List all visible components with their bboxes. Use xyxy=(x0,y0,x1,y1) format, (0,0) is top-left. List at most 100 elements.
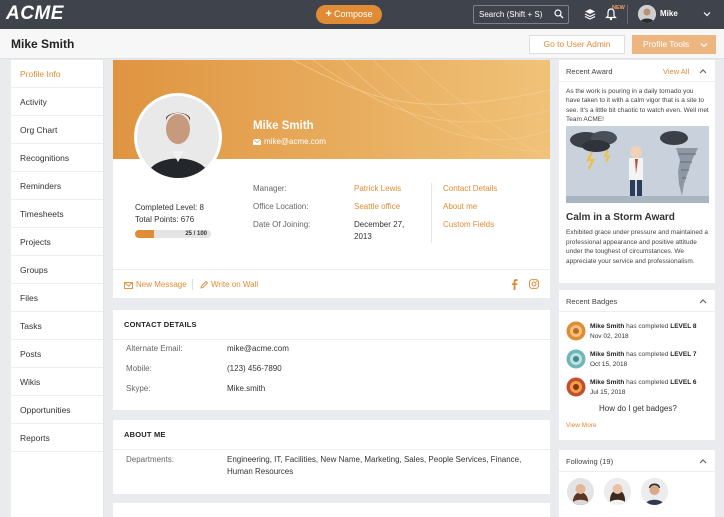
sidebar-item-reminders[interactable]: Reminders xyxy=(11,172,103,200)
contact-details-card: CONTACT DETAILS Alternate Email: mike@ac… xyxy=(113,310,550,410)
profile-tools-label: Profile Tools xyxy=(643,39,690,49)
badge-level: LEVEL 7 xyxy=(670,351,697,358)
action-divider xyxy=(192,279,193,290)
sidebar-item-activity[interactable]: Activity xyxy=(11,88,103,116)
manager-link[interactable]: Patrick Lewis xyxy=(354,184,401,193)
badge-medal-icon xyxy=(566,321,586,341)
follower-avatar[interactable] xyxy=(567,478,594,505)
write-on-wall-button[interactable]: Write on Wall xyxy=(200,280,258,289)
pencil-icon xyxy=(200,280,209,289)
facebook-icon[interactable] xyxy=(511,279,518,290)
sidebar-item-posts[interactable]: Posts xyxy=(11,340,103,368)
badge-user[interactable]: Mike Smith xyxy=(590,379,624,386)
card-divider xyxy=(113,449,550,450)
badge-medal-icon xyxy=(566,349,586,369)
follower-avatar[interactable] xyxy=(604,478,631,505)
new-message-label: New Message xyxy=(136,280,187,289)
how-to-get-badges-link[interactable]: How do I get badges? xyxy=(599,404,677,413)
view-all-link[interactable]: View All xyxy=(663,67,689,76)
search-icon[interactable] xyxy=(554,9,564,19)
sidebar-item-opportunities[interactable]: Opportunities xyxy=(11,396,103,424)
card-divider xyxy=(559,81,715,82)
user-name[interactable]: Mike xyxy=(660,9,678,18)
app-logo[interactable]: ACME xyxy=(6,3,64,25)
badge-verb: has completed xyxy=(626,351,669,358)
badge-user[interactable]: Mike Smith xyxy=(590,351,624,358)
layers-icon[interactable] xyxy=(583,7,597,21)
follower-photo xyxy=(641,478,668,505)
card-divider xyxy=(559,311,715,312)
profile-actions: New Message Write on Wall xyxy=(113,269,550,298)
recent-award-title: Recent Award xyxy=(566,67,613,76)
go-to-user-admin-button[interactable]: Go to User Admin xyxy=(529,35,625,54)
profile-name: Mike Smith xyxy=(253,120,314,132)
badge-level: LEVEL 6 xyxy=(670,379,697,386)
chevron-up-icon[interactable] xyxy=(699,68,707,74)
sidebar-item-reports[interactable]: Reports xyxy=(11,424,103,452)
topbar-divider xyxy=(627,5,628,24)
recent-badges-card: Recent Badges Mike Smith has completed L… xyxy=(559,290,715,440)
envelope-icon xyxy=(124,282,133,289)
badge-item: Mike Smith has completed LEVEL 7 Oct 15,… xyxy=(566,349,712,371)
sidebar-item-recognitions[interactable]: Recognitions xyxy=(11,144,103,172)
chevron-down-icon[interactable] xyxy=(703,10,711,18)
badge-verb: has completed xyxy=(626,323,669,330)
chevron-up-icon[interactable] xyxy=(699,298,707,304)
sidebar-item-groups[interactable]: Groups xyxy=(11,256,103,284)
office-link[interactable]: Seattle office xyxy=(354,202,400,211)
profile-sidebar: Profile Info Activity Org Chart Recognit… xyxy=(11,60,104,517)
about-me-card: ABOUT ME Departments: Engineering, IT, F… xyxy=(113,420,550,494)
card-divider xyxy=(559,471,715,472)
contact-label: Mobile: xyxy=(126,364,152,373)
badge-verb: has completed xyxy=(626,379,669,386)
badge-date: Nov 02, 2018 xyxy=(590,333,629,340)
search-placeholder: Search (Shift + S) xyxy=(479,10,543,19)
badge-item: Mike Smith has completed LEVEL 8 Nov 02,… xyxy=(566,321,712,343)
custom-fields-link[interactable]: Custom Fields xyxy=(443,220,494,229)
contact-details-link[interactable]: Contact Details xyxy=(443,184,497,193)
departments-label: Departments: xyxy=(126,455,175,464)
instagram-icon[interactable] xyxy=(529,279,539,289)
badge-level: LEVEL 8 xyxy=(670,323,697,330)
mobile-value: (123) 456-7890 xyxy=(227,364,282,373)
new-message-button[interactable]: New Message xyxy=(124,280,187,289)
profile-email-text: mike@acme.com xyxy=(264,137,326,146)
badge-text: Mike Smith has completed LEVEL 6 xyxy=(590,379,696,386)
progress-label: 25 / 100 xyxy=(185,231,207,237)
follower-photo xyxy=(604,478,631,505)
sidebar-item-projects[interactable]: Projects xyxy=(11,228,103,256)
card-divider xyxy=(113,339,550,340)
search-input[interactable]: Search (Shift + S) xyxy=(473,5,569,24)
award-message: As the work is pouring in a daily tornad… xyxy=(566,88,709,123)
sidebar-item-profile-info[interactable]: Profile Info xyxy=(11,60,103,88)
badge-date: Oct 15, 2018 xyxy=(590,361,628,368)
award-name: Calm in a Storm Award xyxy=(566,212,675,223)
profile-card: Mike Smith mike@acme.com Completed Level… xyxy=(113,60,550,298)
user-avatar[interactable] xyxy=(638,5,656,23)
compose-button[interactable]: + Compose xyxy=(316,5,382,24)
following-title: Following (19) xyxy=(566,457,614,466)
departments-value: Engineering, IT, Facilities, New Name, M… xyxy=(227,455,522,476)
follower-avatar[interactable] xyxy=(641,478,668,505)
sidebar-item-timesheets[interactable]: Timesheets xyxy=(11,200,103,228)
plus-icon: + xyxy=(325,8,332,20)
view-more-link[interactable]: View More xyxy=(566,422,597,429)
level-progress-bar: 25 / 100 xyxy=(135,230,211,238)
page-header: Mike Smith Go to User Admin Profile Tool… xyxy=(0,29,724,59)
recent-badges-title: Recent Badges xyxy=(566,297,618,306)
follower-photo xyxy=(567,478,594,505)
about-me-link[interactable]: About me xyxy=(443,202,477,211)
badge-user[interactable]: Mike Smith xyxy=(590,323,624,330)
award-illustration xyxy=(566,126,709,203)
new-badge: NEW xyxy=(612,5,625,11)
chevron-up-icon[interactable] xyxy=(699,458,707,464)
profile-avatar[interactable] xyxy=(134,93,222,181)
profile-tools-button[interactable]: Profile Tools xyxy=(632,35,716,54)
sidebar-item-org-chart[interactable]: Org Chart xyxy=(11,116,103,144)
contact-label: Skype: xyxy=(126,384,151,393)
sidebar-item-tasks[interactable]: Tasks xyxy=(11,312,103,340)
following-card: Following (19) xyxy=(559,450,715,517)
sidebar-item-files[interactable]: Files xyxy=(11,284,103,312)
profile-email[interactable]: mike@acme.com xyxy=(252,137,326,146)
sidebar-item-wikis[interactable]: Wikis xyxy=(11,368,103,396)
